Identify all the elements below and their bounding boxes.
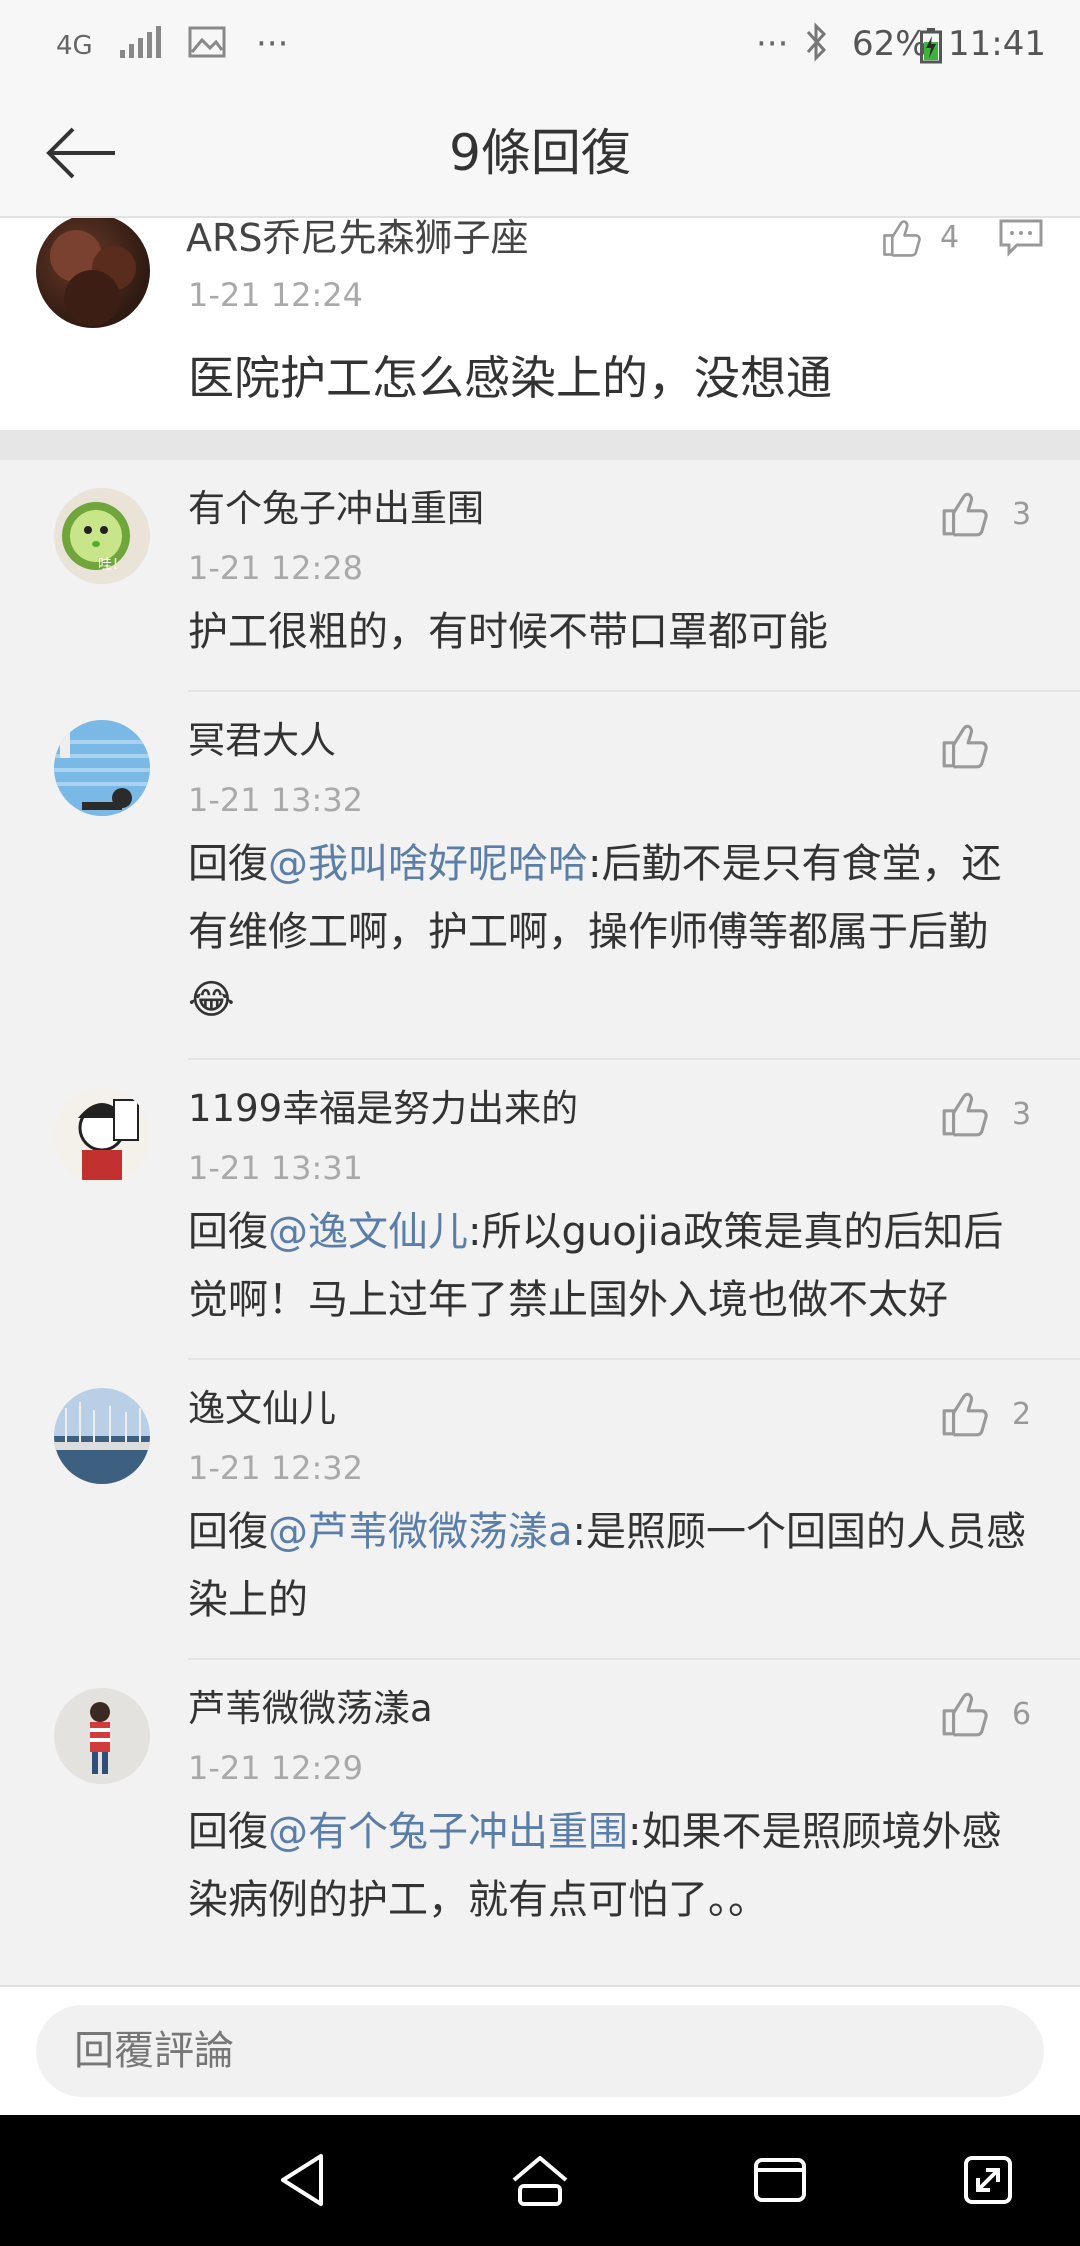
- gallery-icon: [188, 26, 226, 67]
- comment-text: 医院护工怎么感染上的，没想通: [188, 351, 832, 405]
- avatar[interactable]: 哇！: [54, 488, 150, 584]
- avatar-caption: 哇！: [98, 557, 126, 573]
- reply-item: 逸文仙儿 1-21 12:32 回復@芦苇微微荡漾a:是照顾一个回国的人员感染上…: [54, 1360, 1080, 1660]
- thumbs-up-icon: [883, 220, 921, 257]
- reply-input[interactable]: [36, 2005, 1044, 2097]
- like-button[interactable]: [940, 1090, 988, 1142]
- status-bar: 4G ··· ··· 62% 11:41: [0, 0, 1080, 88]
- avatar[interactable]: [54, 1088, 150, 1184]
- signal-icon: [118, 26, 162, 69]
- avatar[interactable]: [54, 720, 150, 816]
- reply-text: 回復@芦苇微微荡漾a:是照顾一个回国的人员感染上的: [188, 1498, 1080, 1634]
- avatar[interactable]: [54, 1688, 150, 1784]
- clock: 11:41: [948, 24, 1046, 64]
- triangle-back-icon: [281, 2154, 323, 2206]
- reply-prefix: 回復: [188, 1809, 268, 1855]
- mention-link[interactable]: @芦苇微微荡漾a: [268, 1509, 573, 1555]
- thumbs-up-icon: [942, 1692, 988, 1737]
- thumbs-up-icon: [942, 1392, 988, 1437]
- home-icon: [512, 2156, 568, 2206]
- reply-bar: [0, 1985, 1080, 2115]
- like-button[interactable]: [940, 490, 988, 542]
- like-button[interactable]: [940, 1690, 988, 1742]
- avatar[interactable]: [54, 1388, 150, 1484]
- avatar[interactable]: [36, 218, 150, 328]
- header: 9條回復: [0, 88, 1080, 218]
- bluetooth-icon: [804, 22, 830, 71]
- reply-text: 回復@我叫啥好呢哈哈:后勤不是只有食堂，还有维修工啊，护工啊，操作师傅等都属于后…: [188, 830, 1080, 1034]
- username[interactable]: ARS乔尼先森狮子座: [186, 218, 529, 258]
- like-count: 4: [940, 220, 960, 255]
- reply-text: 回復@逸文仙儿:所以guojia政策是真的后知后觉啊！马上过年了禁止国外入境也做…: [188, 1198, 1080, 1334]
- like-count: 2: [1012, 1397, 1032, 1432]
- timestamp: 1-21 12:24: [188, 276, 364, 314]
- mention-link[interactable]: @逸文仙儿: [268, 1209, 468, 1255]
- nav-home-button[interactable]: [500, 2145, 580, 2215]
- battery-percent: 62%: [852, 24, 928, 64]
- reply-list: 哇！ 有个兔子冲出重围 1-21 12:28 护工很粗的，有时候不带口罩都可能 …: [0, 460, 1080, 1985]
- thumbs-up-icon: [942, 492, 988, 537]
- like-button[interactable]: [878, 218, 924, 262]
- timestamp: 1-21 12:32: [188, 1449, 364, 1487]
- reply-body: 护工很粗的，有时候不带口罩都可能: [188, 609, 828, 655]
- nav-recent-apps-button[interactable]: [740, 2145, 820, 2215]
- reply-text: 护工很粗的，有时候不带口罩都可能: [188, 598, 1080, 666]
- timestamp: 1-21 13:31: [188, 1149, 364, 1187]
- reply-item: 1199幸福是努力出来的 1-21 13:31 回復@逸文仙儿:所以guojia…: [54, 1060, 1080, 1360]
- like-button[interactable]: [940, 1390, 988, 1442]
- reply-prefix: 回復: [188, 1509, 268, 1555]
- like-button[interactable]: [940, 722, 988, 774]
- reply-prefix: 回復: [188, 841, 268, 887]
- expand-icon: [964, 2156, 1012, 2204]
- recent-apps-icon: [754, 2158, 806, 2202]
- battery-charging-icon: [920, 28, 942, 73]
- reply-item: 冥君大人 1-21 13:32 回復@我叫啥好呢哈哈:后勤不是只有食堂，还有维修…: [54, 692, 1080, 1060]
- thumbs-up-icon: [942, 724, 988, 769]
- more-status-icon: ···: [756, 24, 789, 64]
- comment-icon[interactable]: [998, 218, 1044, 262]
- like-count: 3: [1012, 497, 1032, 532]
- reply-prefix: 回復: [188, 1209, 268, 1255]
- system-navigation-bar: [0, 2115, 1080, 2246]
- like-count: 6: [1012, 1697, 1032, 1732]
- network-type: 4G: [56, 31, 93, 61]
- like-count: 3: [1012, 1097, 1032, 1132]
- main-comment: ARS乔尼先森狮子座 1-21 12:24 医院护工怎么感染上的，没想通 4: [0, 218, 1080, 430]
- page-title: 9條回復: [449, 124, 631, 182]
- more-notifications-icon: ···: [256, 24, 289, 64]
- reply-item: 哇！ 有个兔子冲出重围 1-21 12:28 护工很粗的，有时候不带口罩都可能 …: [54, 460, 1080, 692]
- timestamp: 1-21 12:29: [188, 1749, 364, 1787]
- mention-link[interactable]: @我叫啥好呢哈哈: [268, 841, 588, 887]
- nav-expand-button[interactable]: [948, 2145, 1028, 2215]
- thumbs-up-icon: [942, 1092, 988, 1137]
- reply-text: 回復@有个兔子冲出重围:如果不是照顾境外感染病例的护工，就有点可怕了。。: [188, 1798, 1080, 1934]
- timestamp: 1-21 12:28: [188, 549, 364, 587]
- section-divider: [0, 430, 1080, 460]
- mention-link[interactable]: @有个兔子冲出重围: [268, 1809, 628, 1855]
- timestamp: 1-21 13:32: [188, 781, 364, 819]
- reply-item: 芦苇微微荡漾a 1-21 12:29 回復@有个兔子冲出重围:如果不是照顾境外感…: [54, 1660, 1080, 1958]
- nav-back-button[interactable]: [262, 2145, 342, 2215]
